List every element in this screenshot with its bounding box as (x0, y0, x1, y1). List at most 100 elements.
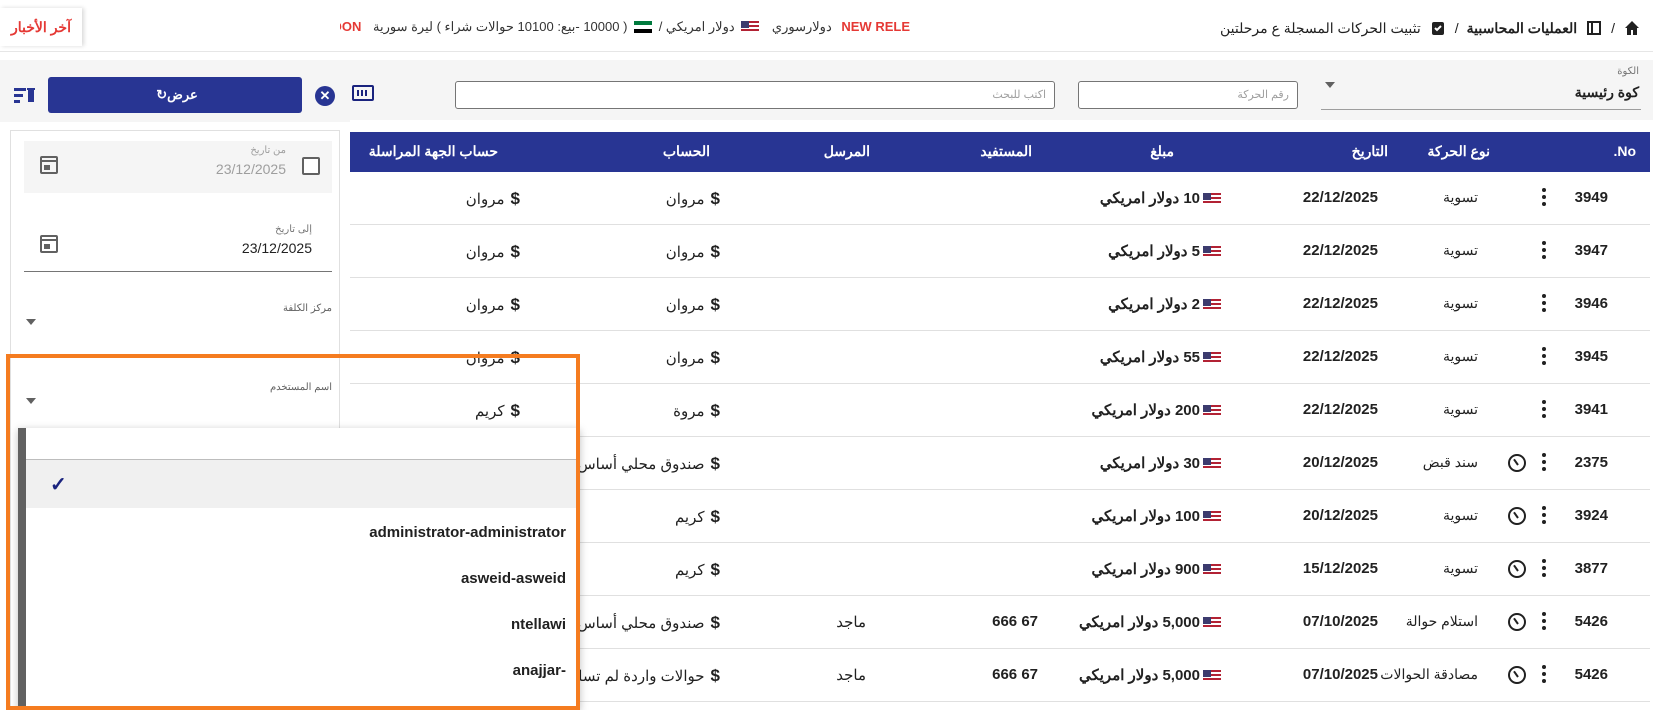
row-account-text: حوالات واردة لم تسلم (567, 668, 705, 685)
from-date-label: من تاريخ (250, 145, 286, 156)
timer-icon[interactable] (1508, 666, 1526, 684)
search-input[interactable]: اكتب للبحث (455, 81, 1055, 109)
row-no: 3877 (1574, 560, 1608, 577)
row-date: 07/10/2025 (1302, 666, 1378, 683)
cost-center-label: مركز الكلفة (282, 303, 332, 314)
dropdown-option[interactable]: -anajjar (26, 646, 580, 694)
cost-center-select[interactable]: مركز الكلفة (24, 303, 332, 343)
row-type: تسوية (1442, 295, 1478, 311)
timer-icon[interactable] (1508, 613, 1526, 631)
more-vert-icon[interactable] (1542, 559, 1546, 579)
calendar-icon[interactable] (40, 156, 58, 174)
more-vert-icon[interactable] (1542, 665, 1546, 685)
username-select[interactable]: اسم المستخدم (24, 382, 332, 422)
syria-flag-icon (634, 20, 653, 33)
check-icon: ✓ (50, 474, 67, 496)
row-sender: ماجد (836, 667, 866, 684)
home-icon[interactable] (1623, 19, 1641, 37)
timer-icon[interactable] (1508, 560, 1526, 578)
more-vert-icon[interactable] (1542, 188, 1546, 208)
table-row[interactable]: 3949 تسوية 22/12/2025 10 دولار امريكي $ مروان… (350, 172, 1650, 225)
table-row[interactable]: 3945 تسوية 22/12/2025 55 دولار امريكي $ مروان… (350, 331, 1650, 384)
table-row[interactable]: 3946 تسوية 22/12/2025 2 دولار امريكي $مروان $… (350, 278, 1650, 331)
chevron-down-icon-2 (26, 319, 36, 325)
close-icon[interactable]: ✕ (315, 86, 335, 106)
row-account-text: مروان (665, 297, 705, 314)
col-date[interactable]: التاريخ (1352, 143, 1388, 160)
col-amount[interactable]: مبلغ (1150, 143, 1174, 160)
row-amount-text: 900 دولار امريكي (1091, 561, 1200, 578)
dollar-icon: $ (710, 507, 720, 526)
more-vert-icon[interactable] (1542, 294, 1546, 314)
koa-label: الكوة (1617, 66, 1639, 77)
keyboard-icon[interactable] (352, 85, 374, 101)
more-vert-icon[interactable] (1542, 506, 1546, 526)
dropdown-option[interactable]: ntellawi (26, 600, 580, 648)
row-amount: 10 دولار امريكي (1100, 189, 1224, 207)
row-date: 20/12/2025 (1302, 454, 1378, 471)
row-amount-text: 5,000 دولار امريكي (1078, 667, 1200, 684)
row-amount-text: 10 دولار امريكي (1099, 190, 1200, 207)
col-sender[interactable]: المرسل (824, 143, 870, 160)
row-corr-account: $ كريم (475, 401, 520, 421)
table-row[interactable]: 3947 تسوية 22/12/2025 5 دولار امريكي $مروان $… (350, 225, 1650, 278)
us-flag-icon (1203, 564, 1221, 577)
more-vert-icon[interactable] (1542, 453, 1546, 473)
from-date-field[interactable]: من تاريخ 23/12/2025 (24, 141, 332, 193)
row-no: 5426 (1574, 666, 1608, 683)
row-amount: 30 دولار امريكي (1100, 454, 1224, 472)
row-no: 3946 (1574, 295, 1608, 312)
row-type: سند قبض (1422, 454, 1478, 470)
row-corr-account: $ مروان (466, 242, 520, 262)
row-account: $ مروان (666, 189, 720, 209)
row-account: $ مروان (666, 295, 720, 315)
filter-clear-icon[interactable] (14, 86, 36, 104)
row-amount: 5,000 دولار امريكي (1079, 666, 1224, 684)
dollar-icon: $ (710, 613, 720, 632)
row-type: تسوية (1442, 189, 1478, 205)
col-no[interactable]: No. (1613, 143, 1636, 159)
dropdown-option[interactable]: ✓ (26, 460, 580, 508)
latest-news-label[interactable]: آخر الأخبار (0, 8, 82, 46)
txn-number-input[interactable]: رقم الحركة (1078, 81, 1298, 109)
calendar-icon-2[interactable] (40, 235, 58, 253)
show-button[interactable]: ↻ عرض (48, 77, 302, 113)
scrollbar[interactable] (18, 428, 26, 710)
row-beneficiary: 67 666 (992, 613, 1038, 630)
dollar-icon: $ (710, 189, 720, 208)
row-amount-text: 5 دولار امريكي (1108, 243, 1200, 260)
row-amount-text: 30 دولار امريكي (1099, 455, 1200, 472)
row-corr-account: $ مروان (466, 189, 520, 209)
breadcrumb: / العمليات المحاسبية / تثبيت الحركات الم… (1220, 16, 1641, 40)
row-account: $ صندوق محلي أساس (577, 454, 720, 474)
more-vert-icon[interactable] (1542, 400, 1546, 420)
col-type[interactable]: نوع الحركة (1428, 143, 1490, 160)
breadcrumb-separator-2: / (1454, 20, 1459, 36)
col-corr-account[interactable]: حساب الجهة المراسلة (369, 143, 498, 160)
dropdown-option-label: asweid-asweid (460, 570, 566, 587)
dropdown-option[interactable]: administrator-administrator (26, 508, 580, 556)
dropdown-search[interactable] (26, 428, 580, 460)
col-beneficiary[interactable]: المستفيد (980, 143, 1032, 160)
row-no: 3924 (1574, 507, 1608, 524)
row-type: تسوية (1442, 560, 1478, 576)
breadcrumb-section[interactable]: العمليات المحاسبية (1467, 20, 1577, 37)
dropdown-option[interactable]: asweid-asweid (26, 554, 580, 602)
timer-icon[interactable] (1508, 507, 1526, 525)
koa-select[interactable]: الكوة كوة رئيسية (1321, 64, 1641, 110)
to-date-field[interactable]: إلى تاريخ 23/12/2025 (24, 220, 332, 272)
more-vert-icon[interactable] (1542, 612, 1546, 632)
row-amount-text: 100 دولار امريكي (1091, 508, 1200, 525)
row-date: 22/12/2025 (1302, 401, 1378, 418)
from-date-checkbox[interactable] (302, 157, 320, 175)
col-account[interactable]: الحساب (663, 143, 710, 160)
timer-icon[interactable] (1508, 454, 1526, 472)
row-account-text: كريم (674, 562, 705, 579)
breadcrumb-separator: / (1611, 20, 1615, 36)
row-type: تسوية (1442, 401, 1478, 417)
row-amount-text: 200 دولار امريكي (1091, 402, 1200, 419)
show-button-label: عرض (167, 87, 198, 102)
row-account: $ حوالات واردة لم تسلم (568, 666, 720, 686)
more-vert-icon[interactable] (1542, 347, 1546, 367)
more-vert-icon[interactable] (1542, 241, 1546, 261)
